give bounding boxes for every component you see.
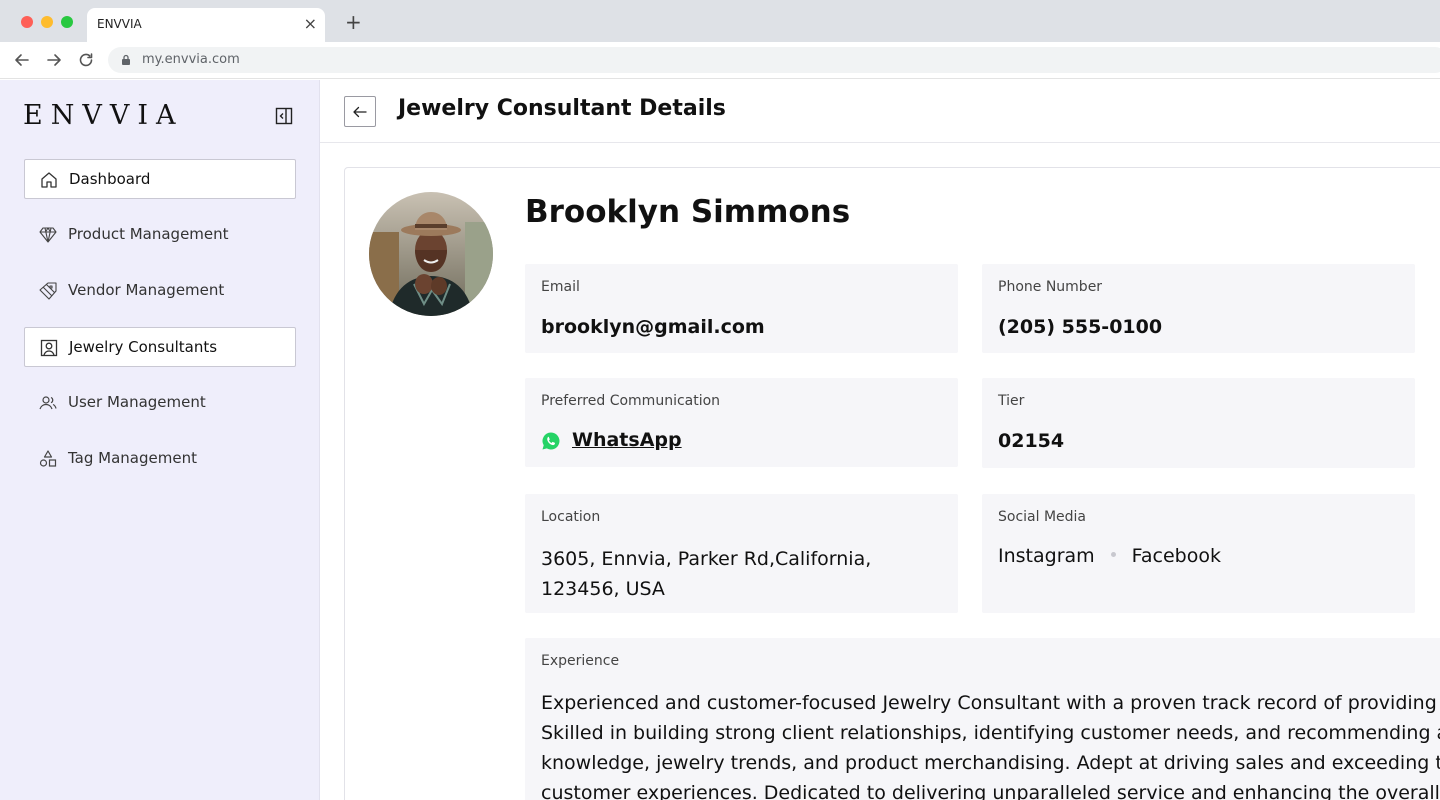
sidebar-item-label: Tag Management xyxy=(68,449,197,467)
collapse-sidebar-icon[interactable] xyxy=(275,107,293,125)
consultant-card: Brooklyn Simmons Email brooklyn@gmail.co… xyxy=(344,167,1440,800)
page-title: Jewelry Consultant Details xyxy=(398,96,726,121)
tag-stack-icon xyxy=(38,281,58,301)
email-field: Email brooklyn@gmail.com xyxy=(525,264,958,353)
experience-line: Skilled in building strong client relati… xyxy=(541,722,1440,744)
sidebar: ENVVIA Dashboard Product Management Vend… xyxy=(0,80,320,800)
tier-field: Tier 02154 xyxy=(982,378,1415,468)
sidebar-item-label: Jewelry Consultants xyxy=(69,338,218,356)
back-arrow-icon[interactable] xyxy=(12,50,32,70)
location-value: 3605, Ennvia, Parker Rd,California, 1234… xyxy=(541,548,872,600)
experience-line: Experienced and customer-focused Jewelry… xyxy=(541,692,1440,714)
sidebar-item-product-management[interactable]: Product Management xyxy=(24,215,296,255)
diamond-icon xyxy=(38,225,58,245)
whatsapp-link[interactable]: WhatsApp xyxy=(572,429,682,451)
separator-dot xyxy=(1110,552,1116,557)
sidebar-item-tag-management[interactable]: Tag Management xyxy=(24,439,296,479)
facebook-link[interactable]: Facebook xyxy=(1132,545,1221,567)
tier-label: Tier xyxy=(998,393,1025,409)
maximize-window-button[interactable] xyxy=(61,16,73,28)
sidebar-item-vendor-management[interactable]: Vendor Management xyxy=(24,271,296,311)
browser-tab-bar: ENVVIA × + xyxy=(0,0,1440,42)
lock-icon xyxy=(122,54,130,65)
new-tab-button[interactable]: + xyxy=(345,12,362,32)
consultant-name: Brooklyn Simmons xyxy=(525,194,851,230)
tab-title: ENVVIA xyxy=(97,17,142,31)
minimize-window-button[interactable] xyxy=(41,16,53,28)
sidebar-item-dashboard[interactable]: Dashboard xyxy=(24,159,296,199)
experience-label: Experience xyxy=(541,653,620,669)
instagram-link[interactable]: Instagram xyxy=(998,545,1095,567)
sidebar-item-user-management[interactable]: User Management xyxy=(24,383,296,423)
home-icon xyxy=(39,170,59,190)
users-icon xyxy=(38,393,58,413)
back-button[interactable] xyxy=(344,96,376,127)
preferred-communication-field: Preferred Communication WhatsApp xyxy=(525,378,958,467)
reload-icon[interactable] xyxy=(76,50,96,70)
main-content: Jewelry Consultant Details Brooklyn Simm… xyxy=(320,80,1440,800)
envvia-logo[interactable]: ENVVIA xyxy=(23,100,184,131)
address-bar[interactable]: my.envvia.com xyxy=(108,47,1440,73)
phone-label: Phone Number xyxy=(998,279,1103,295)
preferred-communication-label: Preferred Communication xyxy=(541,393,721,409)
email-value: brooklyn@gmail.com xyxy=(541,316,765,338)
location-field: Location 3605, Ennvia, Parker Rd,Califor… xyxy=(525,494,958,613)
whatsapp-icon xyxy=(542,432,560,450)
avatar xyxy=(369,192,493,316)
tab-close-icon[interactable]: × xyxy=(304,15,317,33)
experience-line: customer experiences. Dedicated to deliv… xyxy=(541,782,1440,800)
experience-text: Experienced and customer-focused Jewelry… xyxy=(541,688,1440,800)
tier-value: 02154 xyxy=(998,430,1065,452)
sidebar-item-label: User Management xyxy=(68,393,206,411)
phone-field: Phone Number (205) 555-0100 xyxy=(982,264,1415,353)
page-header: Jewelry Consultant Details xyxy=(320,80,1440,143)
id-card-icon xyxy=(39,338,59,358)
location-label: Location xyxy=(541,509,601,525)
forward-arrow-icon[interactable] xyxy=(44,50,64,70)
social-media-label: Social Media xyxy=(998,509,1087,525)
social-media-links: Instagram Facebook xyxy=(998,545,1221,567)
sidebar-item-jewelry-consultants[interactable]: Jewelry Consultants xyxy=(24,327,296,367)
social-media-field: Social Media Instagram Facebook xyxy=(982,494,1415,613)
arrow-left-icon xyxy=(353,106,367,118)
browser-tab[interactable]: ENVVIA × xyxy=(87,8,325,42)
sidebar-item-label: Vendor Management xyxy=(68,281,225,299)
experience-line: knowledge, jewelry trends, and product m… xyxy=(541,752,1440,774)
close-window-button[interactable] xyxy=(21,16,33,28)
email-label: Email xyxy=(541,279,580,295)
sidebar-item-label: Dashboard xyxy=(69,170,151,188)
experience-field: Experience Experienced and customer-focu… xyxy=(525,638,1440,800)
sidebar-item-label: Product Management xyxy=(68,225,229,243)
browser-toolbar: my.envvia.com xyxy=(0,42,1440,79)
url-text: my.envvia.com xyxy=(142,52,240,67)
phone-value: (205) 555-0100 xyxy=(998,316,1163,338)
shapes-icon xyxy=(38,449,58,469)
